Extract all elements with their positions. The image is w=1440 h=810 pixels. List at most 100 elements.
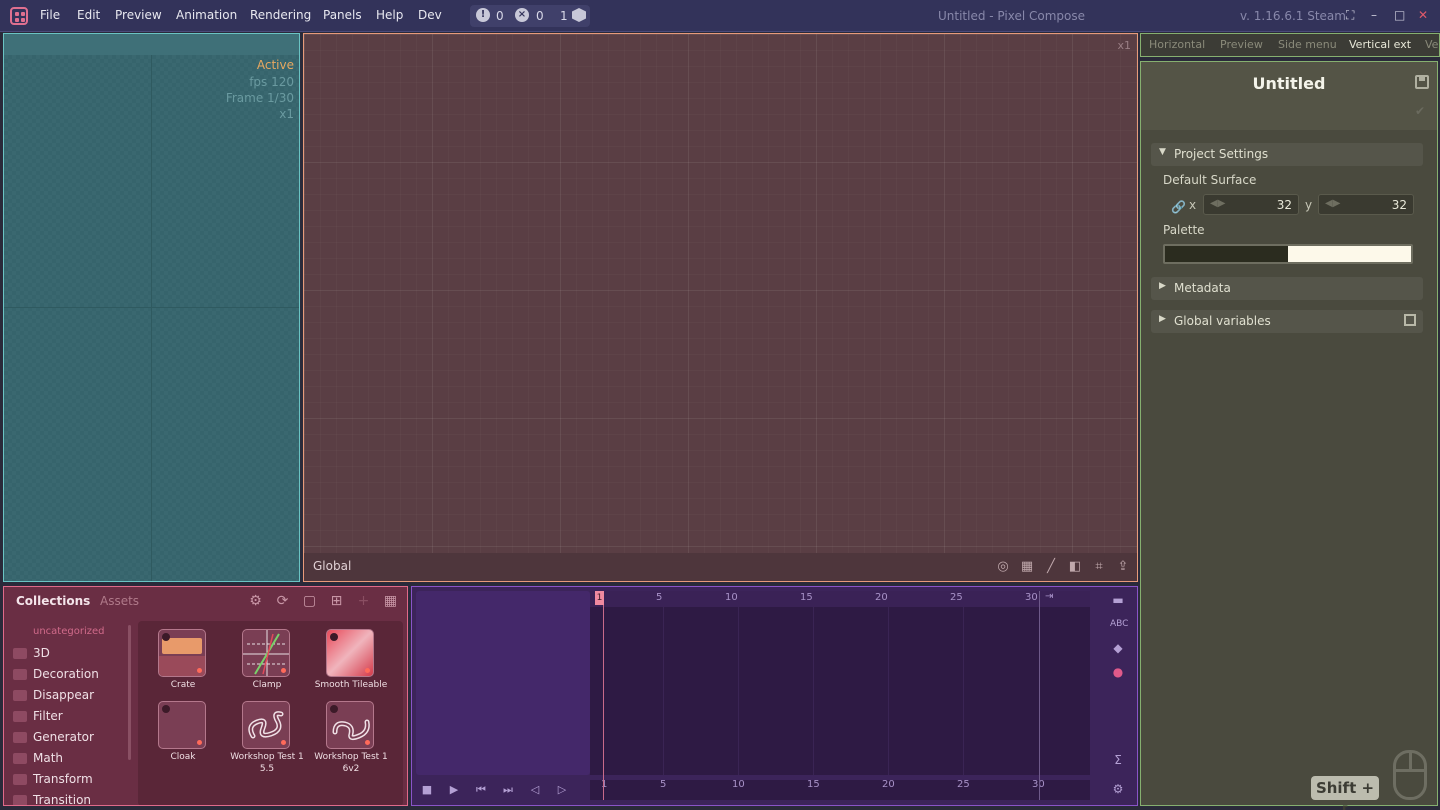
minimap-icon[interactable]: ◧ <box>1067 559 1083 575</box>
section-project-settings[interactable]: ▼ Project Settings <box>1151 143 1423 166</box>
preview-panel[interactable]: Active fps 120 Frame 1/30 x1 <box>3 33 300 582</box>
asset-item[interactable]: Crate <box>138 621 228 691</box>
save-icon[interactable] <box>1415 75 1429 89</box>
grid-view-icon[interactable]: ▦ <box>383 594 398 609</box>
frame-tick: 15 <box>800 592 813 603</box>
keyframe-icon[interactable]: ◆ <box>1110 640 1126 656</box>
palette-swatch[interactable] <box>1288 246 1411 262</box>
tab-horizontal[interactable]: Horizontal <box>1149 38 1205 51</box>
section-global-variables[interactable]: ▶ Global variables <box>1151 310 1423 333</box>
tab-overflow[interactable]: Ve <box>1425 38 1438 51</box>
timeline-ruler[interactable] <box>590 591 1090 607</box>
gear-icon[interactable]: ⚙ <box>248 594 263 609</box>
folder-scrollbar[interactable] <box>128 625 131 760</box>
tab-assets[interactable]: Assets <box>100 594 139 608</box>
menu-dev[interactable]: Dev <box>418 8 442 22</box>
frame-tick: 5 <box>656 592 663 603</box>
preview-canvas[interactable] <box>4 55 299 581</box>
skip-forward-icon[interactable]: ⏭ <box>501 783 515 797</box>
y-axis-label: y <box>1305 198 1313 212</box>
version-label: v. 1.16.6.1 Steam <box>1240 9 1346 23</box>
frame-tick: 1 <box>601 779 608 790</box>
folder-item[interactable]: Disappear <box>13 688 94 702</box>
export-icon[interactable]: ⇪ <box>1115 559 1131 575</box>
section-title: Project Settings <box>1174 147 1269 161</box>
playhead-marker[interactable]: 1 <box>595 591 604 605</box>
stop-icon[interactable]: ■ <box>420 783 434 797</box>
timeline-layer-list[interactable] <box>416 591 590 775</box>
folder-item[interactable]: Math <box>13 751 63 765</box>
menu-rendering[interactable]: Rendering <box>250 8 311 22</box>
menu-animation[interactable]: Animation <box>176 8 237 22</box>
sigma-icon[interactable]: Σ <box>1110 752 1126 768</box>
grid-settings-icon[interactable]: ▦ <box>1019 559 1035 575</box>
label-icon[interactable]: ABC <box>1110 616 1128 632</box>
fullscreen-icon[interactable]: ⛶ <box>1346 8 1354 23</box>
frame-prev-icon[interactable]: ◁ <box>528 783 542 797</box>
menu-panels[interactable]: Panels <box>323 8 362 22</box>
timeline-settings-icon[interactable]: ⚙ <box>1110 781 1126 797</box>
maximize-icon[interactable]: □ <box>1394 8 1405 22</box>
tab-vertical-ext[interactable]: Vertical ext <box>1349 38 1411 51</box>
skip-back-icon[interactable]: ⏮ <box>474 783 488 797</box>
folder-list: uncategorized 3D Decoration Disappear Fi… <box>11 622 129 805</box>
visibility-icon[interactable]: ◎ <box>995 559 1011 575</box>
asset-item[interactable]: Smooth Tileable <box>306 621 396 691</box>
surface-height-field[interactable]: ◀▶ 32 <box>1318 194 1414 215</box>
surface-width-field[interactable]: ◀▶ 32 <box>1203 194 1299 215</box>
folder-item[interactable]: Transition <box>13 793 91 805</box>
graph-grid[interactable] <box>304 34 1137 581</box>
error-count: 0 <box>536 9 544 23</box>
graph-footer: Global ◎ ▦ ╱ ◧ ⌗ ⇪ <box>304 553 1137 581</box>
folder-item[interactable]: Generator <box>13 730 94 744</box>
end-arrow-icon: ⇥ <box>1045 591 1054 602</box>
animation-end-marker[interactable] <box>1039 591 1040 800</box>
app-logo-icon[interactable] <box>10 7 28 25</box>
folder-item[interactable]: Transform <box>13 772 93 786</box>
new-folder-icon[interactable]: ⊞ <box>329 594 344 609</box>
folder-item[interactable]: Filter <box>13 709 63 723</box>
preview-zoom: x1 <box>279 107 294 121</box>
folder-item[interactable]: 3D <box>13 646 50 660</box>
tab-preview[interactable]: Preview <box>1220 38 1263 51</box>
section-metadata[interactable]: ▶ Metadata <box>1151 277 1423 300</box>
clamp-thumbnail <box>242 629 290 677</box>
asset-item[interactable]: Workshop Test 1 6v2 <box>306 693 396 774</box>
open-external-icon[interactable] <box>1404 314 1416 326</box>
task-count: 1 <box>560 9 568 23</box>
folder-icon[interactable]: ▬ <box>1110 592 1126 608</box>
add-icon[interactable]: + <box>356 594 371 609</box>
uncategorized-label[interactable]: uncategorized <box>33 626 104 637</box>
tab-side-menu[interactable]: Side menu <box>1278 38 1337 51</box>
asset-item[interactable]: Clamp <box>222 621 312 691</box>
menu-file[interactable]: File <box>40 8 60 22</box>
grid-snap-icon[interactable]: ⌗ <box>1091 559 1107 575</box>
palette-editor[interactable] <box>1163 244 1413 264</box>
connection-line-icon[interactable]: ╱ <box>1043 559 1059 575</box>
workshop-test-thumbnail <box>242 701 290 749</box>
surface-height-value: 32 <box>1391 198 1407 212</box>
window-title: Untitled - Pixel Compose <box>938 9 1085 23</box>
refresh-icon[interactable]: ⟳ <box>275 594 290 609</box>
menu-preview[interactable]: Preview <box>115 8 162 22</box>
chevron-right-icon: ▶ <box>1159 281 1166 291</box>
playhead-line[interactable] <box>603 605 604 800</box>
timeline-track-area[interactable] <box>590 591 1090 775</box>
preview-frame: Frame 1/30 <box>225 91 294 105</box>
menu-help[interactable]: Help <box>376 8 403 22</box>
tab-collections[interactable]: Collections <box>16 594 90 608</box>
frame-next-icon[interactable]: ▷ <box>555 783 569 797</box>
asset-name: Crate <box>170 680 196 690</box>
minimize-icon[interactable]: – <box>1371 8 1377 22</box>
link-icon[interactable]: 🔗 <box>1171 200 1186 214</box>
folder-item[interactable]: Decoration <box>13 667 99 681</box>
node-graph-panel[interactable]: x1 Global ◎ ▦ ╱ ◧ ⌗ ⇪ <box>303 33 1138 582</box>
menu-edit[interactable]: Edit <box>77 8 100 22</box>
asset-item[interactable]: Cloak <box>138 693 228 763</box>
play-icon[interactable]: ▶ <box>447 783 461 797</box>
open-folder-icon[interactable]: ▢ <box>302 594 317 609</box>
close-icon[interactable]: ✕ <box>1418 8 1428 22</box>
color-keyframe-icon[interactable]: ● <box>1110 664 1126 680</box>
palette-swatch[interactable] <box>1165 246 1288 262</box>
asset-item[interactable]: Workshop Test 1 5.5 <box>222 693 312 774</box>
